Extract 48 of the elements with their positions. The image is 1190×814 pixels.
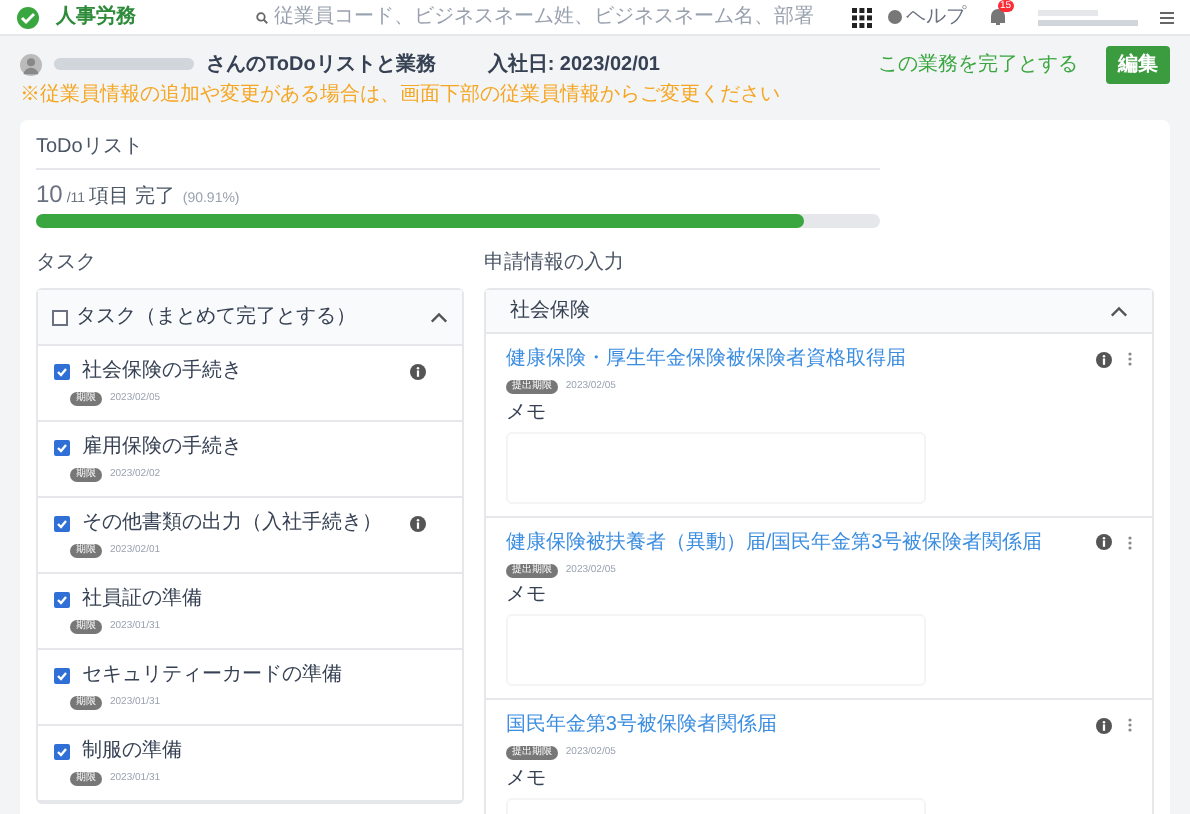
checkbox[interactable] [54,743,70,759]
task-label: 社員証の準備 [82,585,202,614]
logo-icon [16,5,40,29]
group-label: タスク（まとめて完了とする） [76,303,356,332]
section-heading: タスク [36,250,98,278]
info-icon[interactable] [409,515,426,531]
bell-icon[interactable] [990,8,1006,26]
search-icon [256,11,268,23]
section-title: ToDoリスト [36,132,880,170]
checkbox[interactable] [54,363,70,379]
info-icon[interactable] [409,363,426,379]
complete-task-link[interactable]: この業務を完了とする [878,49,1078,79]
form-link[interactable]: 健康保険被扶養者（異動）届/国民年金第3号被保険者関係届 [505,527,1043,557]
section-heading: 申請情報の入力 [483,249,626,278]
chevron-up-icon[interactable] [1110,305,1128,317]
form-link[interactable]: 国民年金第3号被保険者関係届 [505,710,777,740]
app-grid-icon[interactable] [852,7,872,27]
edit-button[interactable]: 編集 [1106,45,1170,83]
info-icon[interactable] [1096,351,1112,367]
memo-label: メモ [505,399,548,427]
checkbox[interactable] [54,667,70,683]
info-icon[interactable] [1096,717,1112,733]
checkbox[interactable] [52,309,68,325]
logo-text: 人事労務 [56,7,136,27]
page-title: さんのToDoリストと業務 [206,51,436,79]
task-label: 雇用保険の手続き [82,433,242,462]
info-icon[interactable] [1096,534,1112,550]
progress-label: 項目 完了 [89,183,175,212]
task-label: 制服の準備 [82,737,182,766]
task-label: その他書類の出力（入社手続き） [82,509,382,538]
hire-date: 入社日: 2023/02/01 [487,51,660,79]
chevron-up-icon[interactable] [429,311,448,323]
group-label: 社会保険 [509,297,590,326]
task-label: 社会保険の手続き [82,357,242,386]
form-link[interactable]: 健康保険・厚生年金保険被保険者資格取得届 [505,344,906,374]
memo-label: メモ [505,765,548,793]
completed-count: 10 [36,182,63,206]
memo-label: メモ [505,582,548,610]
checkbox[interactable] [54,439,70,455]
menu-icon[interactable] [1160,11,1174,23]
checkbox[interactable] [54,515,70,531]
avatar-icon [20,53,42,75]
search-field[interactable]: 従業員コード、ビジネスネーム姓、ビジネスネーム名、部署 [252,3,836,31]
task-label: セキュリティーカードの準備 [82,662,342,690]
checkbox[interactable] [54,591,70,607]
redacted-name [54,58,194,70]
notice-text: ※従業員情報の追加や変更がある場合は、画面下部の従業員情報からご変更ください [20,82,782,110]
help-link[interactable]: ヘルプ [888,2,966,32]
